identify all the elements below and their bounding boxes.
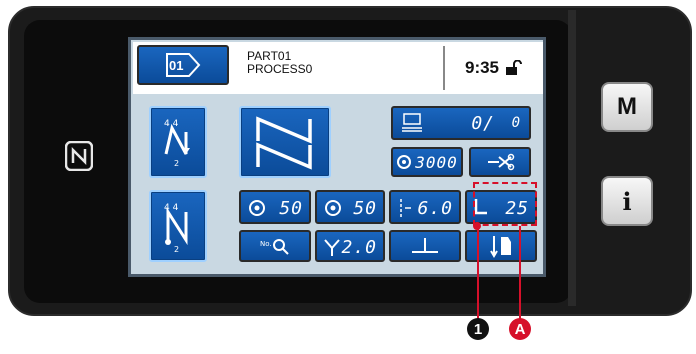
tension-right-value: 50 <box>353 198 377 219</box>
svg-text:4 4: 4 4 <box>164 203 179 213</box>
callout-1: 1 <box>467 318 489 340</box>
thread-guide-icon <box>490 236 511 258</box>
bobbin-value: 3000 <box>415 152 458 172</box>
needle-center-button[interactable] <box>389 230 461 262</box>
bobbin-counter-button[interactable]: 3000 <box>391 147 463 177</box>
alt-amount-value: 2.0 <box>341 237 377 258</box>
callout-1-dot <box>473 222 481 230</box>
thread-trim-button[interactable] <box>469 147 531 177</box>
counter-max: 0 <box>511 115 521 131</box>
alt-amount-button[interactable]: 2.0 <box>315 230 385 262</box>
callout-1-label: 1 <box>473 320 483 338</box>
highlight-box <box>473 182 537 226</box>
process-label: PROCESS0 <box>247 62 313 76</box>
lock-icon[interactable] <box>505 60 523 76</box>
svg-text:2: 2 <box>174 159 179 168</box>
sewing-shape-3-button[interactable]: 4 4 2 <box>149 190 207 262</box>
callout-a-leader <box>519 226 521 324</box>
info-button[interactable]: i <box>601 176 653 226</box>
clock-area: 9:35 <box>443 46 543 90</box>
lcd-screen: 01 PART01 PROCESS0 9:35 4 4 2 4 4 2 0/ 0… <box>128 37 546 277</box>
alt-icon <box>324 239 340 256</box>
svg-text:No.: No. <box>260 240 272 248</box>
search-number-icon: No. <box>260 239 289 255</box>
stitch-length-button[interactable]: 6.0 <box>389 190 461 224</box>
tension-right-button[interactable]: 50 <box>315 190 385 224</box>
counter-icon <box>402 113 422 132</box>
pattern-number: 01 <box>169 58 184 73</box>
thread-trim-icon <box>488 153 515 171</box>
thread-guide-button[interactable] <box>465 230 537 262</box>
tension-left-value: 50 <box>279 198 303 219</box>
mode-button[interactable]: M <box>601 82 653 132</box>
callout-a-label: A <box>514 320 526 338</box>
sewing-shape-2-button[interactable] <box>239 106 331 178</box>
stitch-shape-2-icon <box>256 116 312 170</box>
stitch-shape-1-icon: 4 4 2 <box>164 119 190 168</box>
sewing-shape-1-button[interactable]: 4 4 2 <box>149 106 207 178</box>
tension-right-icon <box>325 200 341 216</box>
pattern-number-button[interactable]: 01 <box>137 45 229 85</box>
pattern-search-button[interactable]: No. <box>239 230 311 262</box>
svg-text:2: 2 <box>174 245 179 254</box>
bobbin-icon <box>397 155 412 169</box>
info-label: i <box>622 186 632 216</box>
stitch-shape-3-icon: 4 4 2 <box>164 203 188 254</box>
panel-divider <box>568 10 576 306</box>
mode-label: M <box>617 93 637 120</box>
tension-left-icon <box>249 200 265 216</box>
needle-center-icon <box>412 238 438 253</box>
counter-value: 0/ <box>471 113 495 134</box>
tension-left-button[interactable]: 50 <box>239 190 311 224</box>
header-bar: 01 PART01 PROCESS0 9:35 <box>133 42 543 94</box>
stitch-length-icon <box>400 199 411 217</box>
nfc-icon <box>64 140 94 172</box>
counter-button[interactable]: 0/ 0 <box>391 106 531 140</box>
clock-time: 9:35 <box>464 58 500 77</box>
callout-a: A <box>509 318 531 340</box>
stitch-length-value: 6.0 <box>417 198 453 219</box>
header-labels: PART01 PROCESS0 <box>247 50 312 76</box>
callout-1-leader <box>477 224 479 324</box>
